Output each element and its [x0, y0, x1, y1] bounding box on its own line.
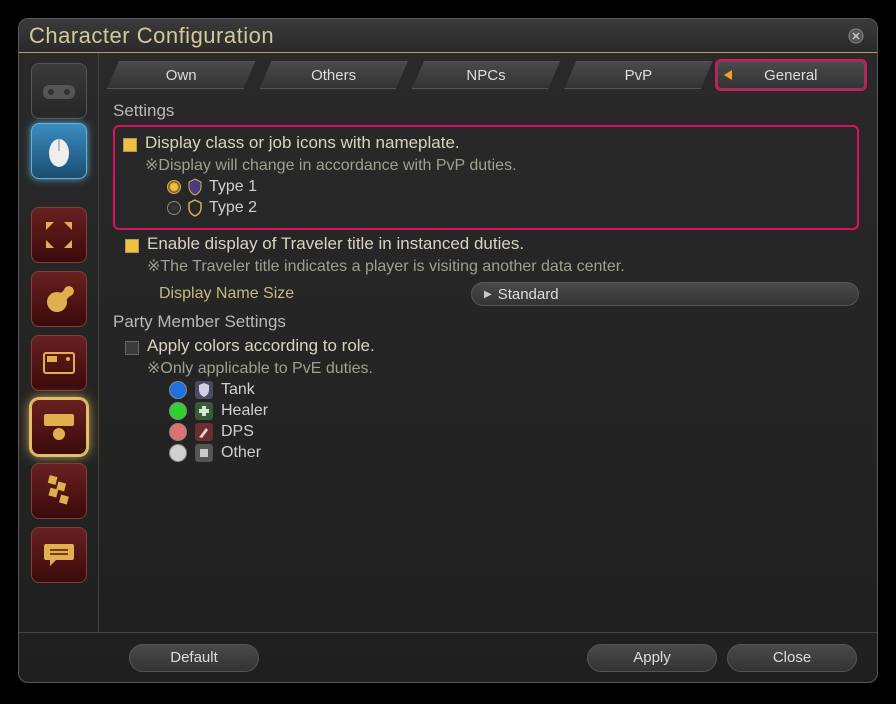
tab-npcs[interactable]: NPCs: [412, 61, 560, 89]
triangle-right-icon: ▶: [484, 289, 492, 300]
color-circle: [169, 444, 187, 462]
sidebar-item-arrows[interactable]: [31, 207, 87, 263]
close-icon[interactable]: [845, 25, 867, 47]
titlebar: Character Configuration: [19, 19, 877, 53]
radio-label: Type 1: [209, 178, 257, 196]
sidebar: [19, 53, 99, 632]
radio-icon: [167, 201, 181, 215]
role-row-healer[interactable]: Healer: [169, 402, 859, 420]
radio-type1[interactable]: Type 1: [167, 178, 849, 196]
tab-label: PvP: [625, 67, 653, 84]
sidebar-item-hotbar[interactable]: [31, 463, 87, 519]
radio-icon: [167, 180, 181, 194]
tab-row: Own Others NPCs PvP General: [107, 61, 865, 89]
tab-label: Others: [311, 67, 356, 84]
tab-label: General: [764, 67, 817, 84]
apply-button[interactable]: Apply: [587, 644, 717, 672]
checkbox-icon: [123, 138, 137, 152]
tab-label: NPCs: [466, 67, 505, 84]
role-row-dps[interactable]: DPS: [169, 423, 859, 441]
color-circle: [169, 402, 187, 420]
role-row-other[interactable]: Other: [169, 444, 859, 462]
button-label: Close: [773, 649, 811, 666]
main-panel: Own Others NPCs PvP General Settings Dis…: [99, 53, 877, 632]
default-button[interactable]: Default: [129, 644, 259, 672]
role-label: DPS: [221, 423, 254, 441]
dropdown-row-name-size: Display Name Size ▶ Standard: [159, 282, 859, 306]
button-label: Apply: [633, 649, 671, 666]
config-window: Character Configuration: [18, 18, 878, 683]
healer-icon: [195, 402, 213, 420]
tab-label: Own: [166, 67, 197, 84]
dropdown-value: Standard: [498, 286, 559, 303]
radio-type2[interactable]: Type 2: [167, 199, 849, 217]
highlight-nameplate-icons: Display class or job icons with nameplat…: [113, 125, 859, 230]
dropdown-name-size[interactable]: ▶ Standard: [471, 282, 859, 306]
tab-pvp[interactable]: PvP: [564, 61, 712, 89]
role-colors-block: Apply colors according to role. ※Only ap…: [113, 336, 859, 462]
dps-icon: [195, 423, 213, 441]
note-text: ※The Traveler title indicates a player i…: [147, 256, 859, 276]
sidebar-item-itembag[interactable]: [31, 271, 87, 327]
sidebar-item-chat[interactable]: [31, 527, 87, 583]
traveler-block: Enable display of Traveler title in inst…: [113, 234, 859, 306]
shield-icon: [187, 178, 203, 196]
role-label: Healer: [221, 402, 268, 420]
button-label: Default: [170, 649, 218, 666]
checkbox-label: Apply colors according to role.: [147, 336, 375, 356]
sidebar-item-gamepad[interactable]: [31, 63, 87, 119]
note-text: ※Only applicable to PvE duties.: [147, 358, 859, 378]
role-row-tank[interactable]: Tank: [169, 381, 859, 399]
section-title-party: Party Member Settings: [113, 312, 859, 332]
window-body: Own Others NPCs PvP General Settings Dis…: [19, 53, 877, 632]
shield-icon: [187, 199, 203, 217]
tab-general[interactable]: General: [717, 61, 865, 89]
dropdown-label: Display Name Size: [159, 285, 459, 303]
role-label: Other: [221, 444, 261, 462]
checkbox-label: Enable display of Traveler title in inst…: [147, 234, 524, 254]
window-title: Character Configuration: [29, 23, 845, 49]
tab-others[interactable]: Others: [259, 61, 407, 89]
other-icon: [195, 444, 213, 462]
content-area: Settings Display class or job icons with…: [107, 95, 865, 632]
sidebar-item-card[interactable]: [31, 335, 87, 391]
checkbox-label: Display class or job icons with nameplat…: [145, 133, 460, 153]
role-label: Tank: [221, 381, 255, 399]
close-button[interactable]: Close: [727, 644, 857, 672]
radio-label: Type 2: [209, 199, 257, 217]
sidebar-item-nameplate[interactable]: [31, 399, 87, 455]
checkbox-icon: [125, 239, 139, 253]
sidebar-item-mouse[interactable]: [31, 123, 87, 179]
checkbox-row-nameplate-icons[interactable]: Display class or job icons with nameplat…: [123, 133, 849, 153]
tab-own[interactable]: Own: [107, 61, 255, 89]
tank-icon: [195, 381, 213, 399]
color-circle: [169, 423, 187, 441]
section-title-settings: Settings: [113, 101, 859, 121]
checkbox-icon: [125, 341, 139, 355]
checkbox-row-role-colors[interactable]: Apply colors according to role.: [125, 336, 859, 356]
footer: Default Apply Close: [19, 632, 877, 682]
checkbox-row-traveler[interactable]: Enable display of Traveler title in inst…: [125, 234, 859, 254]
note-text: ※Display will change in accordance with …: [145, 155, 849, 175]
color-circle: [169, 381, 187, 399]
